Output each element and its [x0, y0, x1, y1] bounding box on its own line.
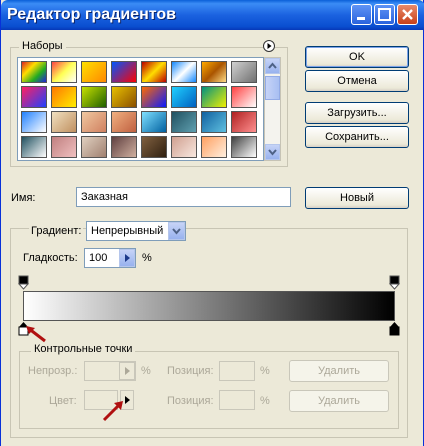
minimize-button[interactable]	[351, 4, 372, 25]
new-button[interactable]: Новый	[305, 187, 409, 209]
chevron-down-icon	[268, 149, 277, 156]
scroll-down-button[interactable]	[265, 144, 280, 160]
scroll-up-button[interactable]	[265, 58, 280, 74]
gradient-type-dropdown[interactable]	[168, 222, 185, 240]
opacity-position-input[interactable]	[219, 361, 255, 381]
preset-swatch[interactable]	[51, 86, 77, 108]
play-icon	[125, 254, 130, 262]
preset-swatch[interactable]	[141, 86, 167, 108]
preset-swatch[interactable]	[51, 111, 77, 133]
opacity-unit: %	[141, 365, 151, 377]
color-label: Цвет:	[49, 395, 77, 407]
color-position-unit: %	[260, 395, 270, 407]
preset-swatch[interactable]	[81, 61, 107, 83]
play-icon	[125, 367, 130, 375]
stops-label: Контрольные точки	[31, 343, 136, 355]
load-button[interactable]: Загрузить...	[305, 102, 409, 124]
preset-swatch[interactable]	[81, 86, 107, 108]
opacity-position-label: Позиция:	[167, 365, 214, 377]
opacity-position-unit: %	[260, 365, 270, 377]
scroll-thumb[interactable]	[265, 76, 280, 100]
preset-swatch[interactable]	[171, 61, 197, 83]
opacity-stop-right-icon[interactable]	[389, 275, 400, 290]
preset-swatch[interactable]	[111, 111, 137, 133]
close-button[interactable]	[397, 4, 418, 25]
chevron-down-icon	[172, 228, 181, 235]
gradient-preview-bar[interactable]	[23, 291, 395, 321]
maximize-icon	[378, 8, 391, 21]
preset-swatch[interactable]	[81, 136, 107, 158]
cancel-button[interactable]: Отмена	[305, 70, 409, 92]
preset-swatch[interactable]	[51, 136, 77, 158]
preset-swatch[interactable]	[51, 61, 77, 83]
preset-swatch[interactable]	[171, 86, 197, 108]
presets-menu-button[interactable]	[263, 40, 275, 52]
delete-opacity-stop-button[interactable]: Удалить	[289, 360, 389, 382]
color-stop-right-icon[interactable]	[389, 321, 400, 336]
preset-swatch[interactable]	[141, 61, 167, 83]
smoothness-label: Гладкость:	[23, 252, 78, 264]
preset-swatch[interactable]	[111, 136, 137, 158]
preset-swatch[interactable]	[201, 86, 227, 108]
smoothness-slider-button[interactable]	[119, 249, 135, 267]
color-position-label: Позиция:	[167, 395, 214, 407]
preset-swatch[interactable]	[171, 111, 197, 133]
opacity-stop-left-icon[interactable]	[18, 275, 29, 290]
name-label: Имя:	[11, 192, 36, 204]
delete-color-stop-button[interactable]: Удалить	[289, 390, 389, 412]
opacity-label: Непрозр.:	[28, 365, 78, 377]
gradient-type-label: Градиент:	[29, 225, 84, 237]
preset-swatch[interactable]	[231, 111, 257, 133]
preset-swatch[interactable]	[111, 86, 137, 108]
preset-swatch[interactable]	[201, 136, 227, 158]
preset-swatch[interactable]	[111, 61, 137, 83]
play-icon	[267, 43, 272, 49]
opacity-slider-button[interactable]	[119, 362, 135, 380]
preset-swatch[interactable]	[141, 136, 167, 158]
preset-swatch[interactable]	[21, 136, 47, 158]
annotation-arrow-icon	[26, 326, 46, 343]
chevron-up-icon	[268, 62, 277, 69]
color-position-input[interactable]	[219, 390, 255, 410]
title-bar[interactable]: Редактор градиентов	[1, 0, 424, 30]
preset-swatch[interactable]	[231, 61, 257, 83]
preset-swatch[interactable]	[21, 86, 47, 108]
preset-swatch[interactable]	[231, 136, 257, 158]
presets-scrollbar[interactable]	[264, 57, 281, 161]
close-icon	[402, 9, 413, 20]
preset-swatch[interactable]	[21, 61, 47, 83]
gradient-type-value: Непрерывный	[91, 225, 164, 237]
window-title: Редактор градиентов	[7, 6, 176, 23]
ok-button[interactable]: OK	[305, 46, 409, 68]
save-button[interactable]: Сохранить...	[305, 126, 409, 148]
preset-swatch[interactable]	[81, 111, 107, 133]
preset-swatch[interactable]	[201, 61, 227, 83]
maximize-button[interactable]	[374, 4, 395, 25]
smoothness-unit: %	[142, 252, 152, 264]
gradient-editor-window: Редактор градиентов Наборы OK Отмена Заг…	[0, 0, 424, 446]
preset-swatch[interactable]	[201, 111, 227, 133]
annotation-arrow-icon	[102, 401, 123, 422]
presets-label: Наборы	[19, 40, 66, 52]
preset-swatch[interactable]	[141, 111, 167, 133]
presets-grid	[17, 57, 264, 161]
minimize-icon	[357, 17, 365, 20]
preset-swatch[interactable]	[231, 86, 257, 108]
name-input[interactable]: Заказная	[76, 187, 291, 207]
preset-swatch[interactable]	[21, 111, 47, 133]
preset-swatch[interactable]	[171, 136, 197, 158]
